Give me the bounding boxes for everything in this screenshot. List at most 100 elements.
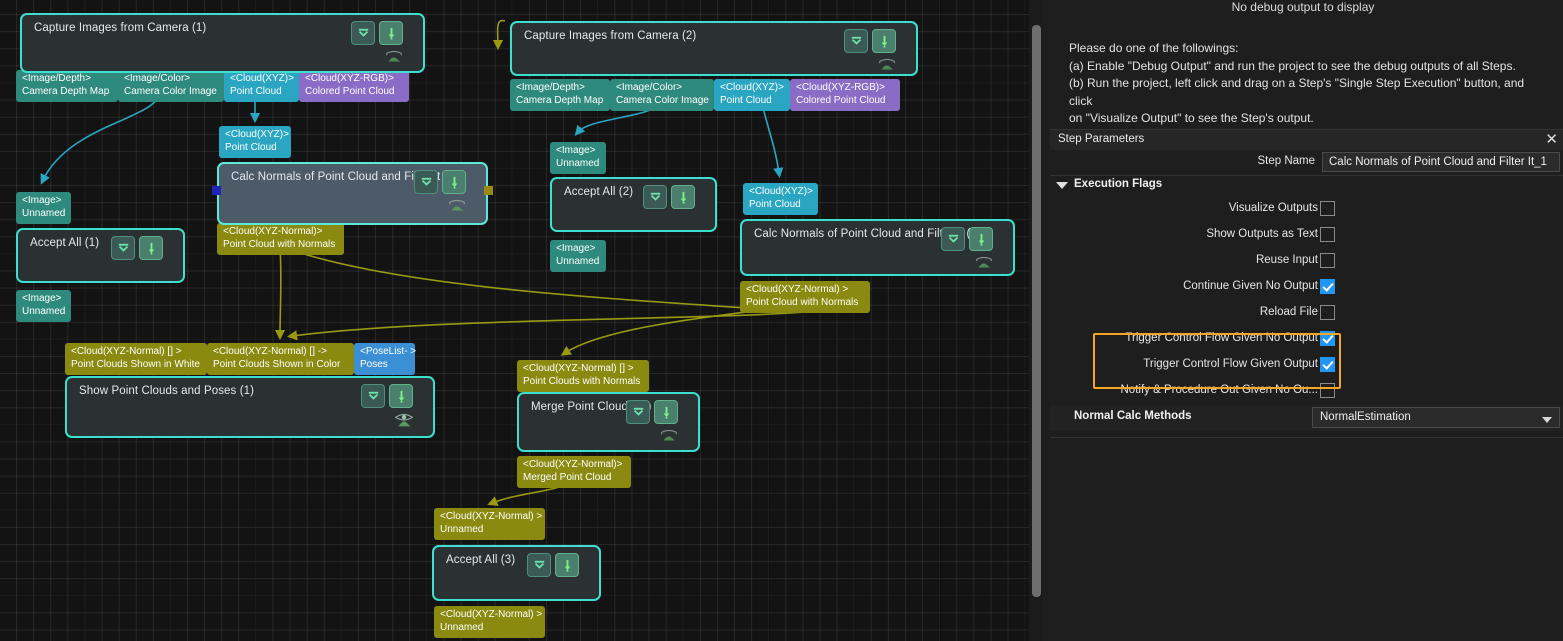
normal-calc-methods-dropdown[interactable]: NormalEstimation: [1312, 407, 1560, 428]
port-pill[interactable]: <Image> Unnamed: [550, 240, 606, 272]
flag-checkbox[interactable]: [1320, 305, 1335, 320]
port-pill[interactable]: <Cloud(XYZ-Normal) [] > Point Clouds Sho…: [65, 343, 207, 375]
node-title: Show Point Clouds and Poses (1): [79, 385, 254, 397]
step-node-show-point-clouds-1[interactable]: Show Point Clouds and Poses (1): [65, 376, 435, 438]
eye-closed-icon[interactable]: [656, 424, 682, 446]
flag-checkbox[interactable]: [1320, 201, 1335, 216]
chevron-down-icon[interactable]: [414, 170, 438, 194]
chevron-down-icon[interactable]: [111, 236, 135, 260]
port-type: <Cloud(XYZ-Normal)>: [523, 459, 625, 472]
step-node-calc-normals-2[interactable]: Calc Normals of Point Cloud and Filter I…: [740, 219, 1015, 276]
flag-checkbox[interactable]: [1320, 279, 1335, 294]
port-pill[interactable]: <Image> Unnamed: [16, 290, 71, 322]
close-icon[interactable]: ✕: [1545, 130, 1558, 150]
flag-row-trigger-control-flow-given-no-output[interactable]: Trigger Control Flow Given No Output: [1050, 327, 1563, 353]
port-pill[interactable]: <Cloud(XYZ-RGB)> Colored Point Cloud: [299, 70, 409, 102]
port-pill[interactable]: <Image/Depth> Camera Depth Map: [16, 70, 118, 102]
flag-row-trigger-control-flow-given-output[interactable]: Trigger Control Flow Given Output: [1050, 353, 1563, 379]
eye-closed-icon[interactable]: [444, 194, 470, 216]
single-step-execution-icon[interactable]: [442, 170, 466, 194]
port-name: Point Cloud: [749, 199, 812, 212]
debug-output-help: Please do one of the followings: (a) Ena…: [1069, 40, 1549, 128]
flag-checkbox[interactable]: [1320, 357, 1335, 372]
graph-canvas[interactable]: <Image/Depth> Camera Depth Map <Image/Co…: [0, 0, 1043, 641]
single-step-execution-icon[interactable]: [872, 29, 896, 53]
port-pill[interactable]: <Cloud(XYZ-Normal) > Unnamed: [434, 606, 545, 638]
flag-row-visualize-outputs[interactable]: Visualize Outputs: [1050, 197, 1563, 223]
chevron-down-icon[interactable]: [351, 21, 375, 45]
execution-flags-section-header[interactable]: Execution Flags: [1050, 175, 1563, 197]
chevron-down-icon[interactable]: [626, 400, 650, 424]
single-step-execution-icon[interactable]: [969, 227, 993, 251]
chevron-down-icon[interactable]: [643, 185, 667, 209]
chevron-down-icon[interactable]: [361, 384, 385, 408]
port-pill[interactable]: <Cloud(XYZ)> Point Cloud: [219, 126, 291, 158]
port-pill[interactable]: <Image> Unnamed: [16, 192, 71, 224]
single-step-execution-icon[interactable]: [671, 185, 695, 209]
step-node-capture-2[interactable]: Capture Images from Camera (2): [510, 21, 918, 76]
normal-calc-methods-row[interactable]: Normal Calc Methods NormalEstimation: [1050, 405, 1563, 431]
port-pill[interactable]: <Cloud(XYZ)> Point Cloud: [224, 70, 299, 102]
port-name: Point Clouds Shown in Color: [213, 359, 348, 372]
port-pill[interactable]: <Cloud(XYZ-RGB)> Colored Point Cloud: [790, 79, 900, 111]
single-step-execution-icon[interactable]: [555, 553, 579, 577]
eye-closed-icon[interactable]: [381, 45, 407, 67]
chevron-down-icon[interactable]: [941, 227, 965, 251]
port-pill[interactable]: <Image/Color> Camera Color Image: [610, 79, 714, 111]
step-name-input[interactable]: [1322, 152, 1560, 172]
chevron-down-icon[interactable]: [527, 553, 551, 577]
single-step-execution-icon[interactable]: [389, 384, 413, 408]
port-name: Point Cloud with Normals: [223, 239, 338, 252]
flag-row-reload-file[interactable]: Reload File: [1050, 301, 1563, 327]
node-output-connector[interactable]: [484, 186, 493, 195]
node-input-connector[interactable]: [212, 186, 221, 195]
step-node-accept-all-2[interactable]: Accept All (2): [550, 177, 717, 232]
step-name-label: Step Name: [1257, 155, 1315, 167]
port-pill[interactable]: <Cloud(XYZ-Normal) > Point Cloud with No…: [740, 281, 870, 313]
single-step-execution-icon[interactable]: [379, 21, 403, 45]
flag-checkbox[interactable]: [1320, 331, 1335, 346]
port-pill[interactable]: <Image> Unnamed: [550, 142, 606, 174]
flag-row-notify-procedure-out-given-no-output[interactable]: Notify & Procedure Out Given No Ou...: [1050, 379, 1563, 405]
port-pill[interactable]: <Cloud(XYZ-Normal)> Merged Point Cloud: [517, 456, 631, 488]
step-node-capture-1[interactable]: Capture Images from Camera (1): [20, 13, 425, 73]
port-pill[interactable]: <Cloud(XYZ-Normal)> Point Cloud with Nor…: [217, 223, 344, 255]
port-pill[interactable]: <Image/Color> Camera Color Image: [118, 70, 224, 102]
flag-row-show-outputs-as-text[interactable]: Show Outputs as Text: [1050, 223, 1563, 249]
step-node-accept-all-3[interactable]: Accept All (3): [432, 545, 601, 601]
eye-closed-icon[interactable]: [874, 53, 900, 75]
port-name: Camera Color Image: [616, 95, 708, 108]
flag-checkbox[interactable]: [1320, 253, 1335, 268]
port-name: Camera Color Image: [124, 86, 218, 99]
normal-calc-methods-label: Normal Calc Methods: [1074, 410, 1192, 422]
canvas-scrollbar-thumb[interactable]: [1032, 25, 1041, 597]
step-node-calc-normals-1[interactable]: Calc Normals of Point Cloud and Filter I…: [217, 162, 488, 225]
single-step-execution-icon[interactable]: [139, 236, 163, 260]
port-type: <Cloud(XYZ-Normal) [] >: [523, 363, 643, 376]
chevron-down-icon[interactable]: [1056, 182, 1068, 189]
port-pill[interactable]: <Image/Depth> Camera Depth Map: [510, 79, 610, 111]
chevron-down-icon[interactable]: [1542, 417, 1552, 423]
single-step-execution-icon[interactable]: [654, 400, 678, 424]
port-name: Point Cloud: [225, 142, 285, 155]
flag-row-continue-given-no-output[interactable]: Continue Given No Output: [1050, 275, 1563, 301]
port-pill[interactable]: <Cloud(XYZ-Normal) [] -> Point Clouds Sh…: [207, 343, 354, 375]
flag-checkbox[interactable]: [1320, 383, 1335, 398]
flag-checkbox[interactable]: [1320, 227, 1335, 242]
port-pill[interactable]: <Cloud(XYZ)> Point Cloud: [743, 183, 818, 215]
chevron-down-icon[interactable]: [844, 29, 868, 53]
port-pill[interactable]: <Cloud(XYZ-Normal) [] > Point Clouds wit…: [517, 360, 649, 392]
execution-flags-label: Execution Flags: [1074, 178, 1162, 190]
port-pill[interactable]: <Cloud(XYZ)> Point Cloud: [714, 79, 790, 111]
eye-open-icon[interactable]: [391, 408, 417, 430]
port-pill[interactable]: <PoseList- > Poses: [354, 343, 415, 375]
node-title: Accept All (2): [564, 186, 633, 198]
step-node-merge-point-clouds-1[interactable]: Merge Point Clouds (1): [517, 392, 700, 452]
port-name: Unnamed: [440, 622, 539, 635]
port-pill[interactable]: <Cloud(XYZ-Normal) > Unnamed: [434, 508, 545, 540]
flag-label: Trigger Control Flow Given Output: [1143, 358, 1318, 370]
flag-row-reuse-input[interactable]: Reuse Input: [1050, 249, 1563, 275]
port-type: <Cloud(XYZ-Normal)>: [223, 226, 338, 239]
step-node-accept-all-1[interactable]: Accept All (1): [16, 228, 185, 283]
eye-closed-icon[interactable]: [971, 251, 997, 273]
